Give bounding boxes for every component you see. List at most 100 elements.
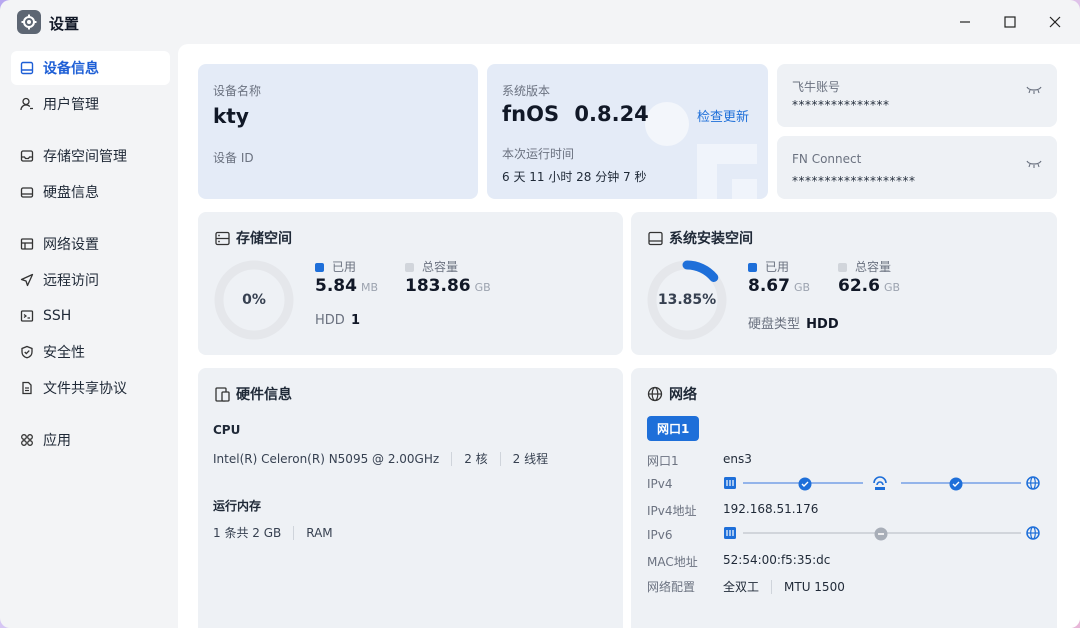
file-icon [19,380,35,396]
sidebar-item-remote-access[interactable]: 远程访问 [11,263,170,297]
total-legend-swatch [838,263,847,272]
storage-used-label: 已用 [332,260,357,274]
os-version: 0.8.24 [574,102,649,126]
device-card: 设备名称 kty 设备 ID [198,64,478,199]
sidebar-item-label: 硬盘信息 [43,185,99,201]
system-install-total-unit: GB [883,281,901,294]
used-legend-swatch [315,263,324,272]
device-icon [19,60,35,76]
hardware-card: 硬件信息 CPU Intel(R) Celeron(R) N5095 @ 2.0… [198,368,623,628]
ipv4-label: IPv4 [647,477,673,491]
sidebar-item-label: 应用 [43,433,71,449]
separator [771,579,773,594]
sidebar-item-user-management[interactable]: 用户管理 [11,87,170,121]
disk-icon [19,184,35,200]
device-name-value: kty [213,104,249,128]
device-id-label: 设备 ID [213,151,254,165]
ipv6-label: IPv6 [647,528,673,542]
sidebar-item-disk-info[interactable]: 硬盘信息 [11,175,170,209]
total-legend-swatch [405,263,414,272]
storage-disk-count: 1 [350,313,360,328]
send-icon [19,272,35,288]
mac-label: MAC地址 [647,555,698,569]
system-install-card: 系统安装空间 13.85% 已用 8.67 GB 总容量 62.6 GB 硬盘类型 … [631,212,1057,355]
settings-gear-icon [17,10,41,34]
uptime-value: 6 天 11 小时 28 分钟 7 秒 [502,170,647,184]
sidebar-item-device-info[interactable]: 设备信息 [11,51,170,85]
storage-card: 存储空间 0% 已用 5.84 MB 总容量 183.86 GB HDD 1 [198,212,623,355]
storage-total-value: 183.86 [405,276,471,296]
window-title: 设置 [49,15,80,33]
system-install-used-unit: GB [793,281,811,294]
system-install-total-label: 总容量 [855,260,892,274]
mac-value: 52:54:00:f5:35:dc [723,553,831,567]
terminal-icon [19,308,35,324]
sidebar-item-label: 网络设置 [43,237,99,253]
ipv6-connectivity-diagram [724,526,1040,541]
eye-closed-icon[interactable] [1026,80,1042,99]
system-install-used-label: 已用 [765,260,790,274]
fnconnect-masked: ******************* [792,174,916,188]
sidebar: 设备信息 用户管理 存储空间管理 硬盘信息 网络设置 远程访问 SSH 安全性 [0,44,178,628]
fnaccount-masked: *************** [792,98,890,112]
close-button[interactable] [1043,10,1067,34]
used-legend-swatch [748,263,757,272]
settings-window: 设置 设备信息 用户管理 存储空间管理 硬盘信息 网络设置 远程访问 SSH 安… [0,0,1080,628]
sidebar-item-file-sharing[interactable]: 文件共享协议 [11,371,170,405]
os-name: fnOS [502,102,560,126]
fnaccount-label: 飞牛账号 [792,80,841,94]
system-install-percent-text: 13.85% [657,292,717,308]
shield-icon [19,344,35,360]
system-version-label: 系统版本 [502,84,551,98]
system-install-disk-type: HDD [806,317,839,332]
port-value: ens3 [723,452,752,466]
mtu-value: MTU 1500 [784,579,845,594]
system-install-total-value: 62.6 [838,276,880,296]
sidebar-item-label: 文件共享协议 [43,381,127,397]
sidebar-item-label: 用户管理 [43,97,99,113]
network-icon [19,236,35,252]
maximize-button[interactable] [998,10,1022,34]
sidebar-item-storage-management[interactable]: 存储空间管理 [11,139,170,173]
ipv4-address-value: 192.168.51.176 [723,502,819,516]
sidebar-item-label: 安全性 [43,345,85,361]
sidebar-item-apps[interactable]: 应用 [11,423,170,457]
sidebar-item-network-settings[interactable]: 网络设置 [11,227,170,261]
sidebar-item-ssh[interactable]: SSH [11,299,170,333]
check-update-link[interactable]: 检查更新 [697,106,749,125]
eye-closed-icon[interactable] [1026,154,1042,173]
system-version-card: 系统版本 fnOS 0.8.24 检查更新 本次运行时间 6 天 11 小时 2… [487,64,768,199]
net-config-label: 网络配置 [647,580,696,594]
system-install-title: 系统安装空间 [669,231,753,247]
system-install-used-value: 8.67 [748,276,790,296]
storage-title: 存储空间 [236,231,292,247]
globe-icon [647,386,663,402]
memory-detail: 1 条共 2 GB [213,526,282,540]
minimize-button[interactable] [953,10,977,34]
tab-port1[interactable]: 网口1 [647,416,700,441]
network-card: 网络 网口1 网口1 ens3 IPv4 IPv4地址 192.168.51.1… [631,368,1057,628]
uptime-label: 本次运行时间 [502,147,575,161]
separator [499,451,501,466]
storage-disk-type: HDD [315,313,345,328]
fnconnect-label: FN Connect [792,152,862,166]
main-content: 设备名称 kty 设备 ID 系统版本 fnOS 0.8.24 检查更新 本次运… [178,44,1080,628]
title-bar: 设置 [0,0,1080,44]
user-icon [19,96,35,112]
storage-icon [214,230,230,246]
storage-total-unit: GB [474,281,491,294]
network-title: 网络 [669,387,697,403]
cpu-label: CPU [213,423,241,437]
memory-type: RAM [306,525,333,540]
storage-icon [19,148,35,164]
storage-percent-text: 0% [242,292,266,308]
cpu-model: Intel(R) Celeron(R) N5095 @ 2.00GHz [213,451,440,466]
system-install-disk-type-label: 硬盘类型 [748,317,801,332]
sidebar-item-label: 远程访问 [43,273,99,289]
sidebar-item-security[interactable]: 安全性 [11,335,170,369]
sidebar-item-label: 设备信息 [43,61,99,77]
fnconnect-card: FN Connect ******************* [777,136,1057,199]
ipv4-connectivity-diagram [724,476,1040,491]
hardware-title: 硬件信息 [236,387,292,403]
hardware-icon [214,386,230,402]
